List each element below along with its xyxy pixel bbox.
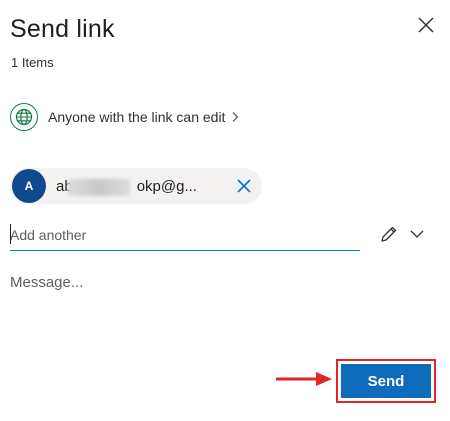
pencil-icon — [381, 226, 397, 242]
chevron-right-icon — [231, 111, 239, 123]
text-caret — [10, 224, 11, 244]
annotation-arrow-icon — [276, 372, 332, 386]
dialog-title: Send link — [10, 15, 115, 43]
send-button[interactable]: Send — [341, 364, 431, 398]
globe-icon — [10, 103, 38, 131]
avatar: A — [12, 169, 46, 203]
link-permission-button[interactable]: Anyone with the link can edit — [10, 102, 239, 132]
message-field[interactable] — [10, 274, 430, 334]
add-another-input[interactable] — [10, 219, 360, 251]
close-icon — [237, 179, 251, 193]
send-link-dialog: Send link 1 Items Anyone with the link c… — [0, 0, 450, 421]
items-count: 1 Items — [11, 55, 54, 70]
link-permission-label: Anyone with the link can edit — [48, 109, 226, 125]
redaction-blur — [68, 178, 130, 196]
remove-recipient-button[interactable] — [234, 176, 254, 196]
close-button[interactable] — [412, 11, 440, 39]
recipient-email-suffix: okp@g... — [136, 177, 197, 195]
chevron-down-icon — [410, 230, 424, 238]
annotation-highlight-box: Send — [336, 359, 436, 403]
recipient-permission-dropdown[interactable] — [379, 220, 425, 248]
recipient-email: ab okp@g... — [56, 177, 226, 196]
recipient-chip[interactable]: A ab okp@g... — [10, 168, 262, 204]
close-icon — [418, 17, 434, 33]
